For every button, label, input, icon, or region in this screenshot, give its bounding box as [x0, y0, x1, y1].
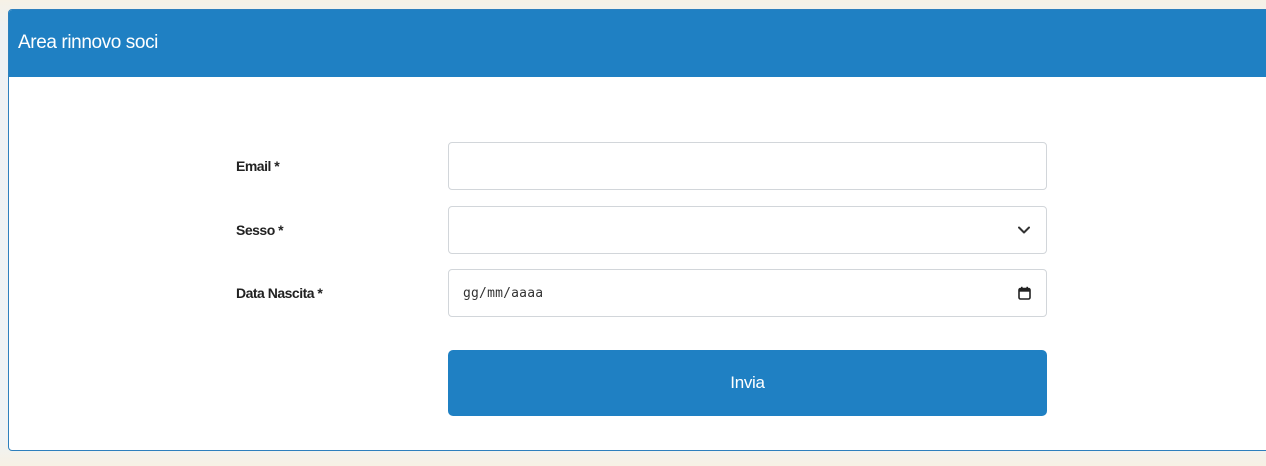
sesso-row: Sesso * — [9, 206, 1266, 254]
data-nascita-field[interactable]: gg/mm/aaaa — [448, 269, 1047, 317]
renewal-panel: Area rinnovo soci Email * Sesso * Data N… — [8, 9, 1266, 451]
chevron-down-icon — [1016, 222, 1032, 238]
date-placeholder: gg/mm/aaaa — [463, 285, 544, 301]
sesso-label: Sesso * — [236, 222, 284, 238]
email-field[interactable] — [448, 142, 1047, 190]
sesso-select[interactable] — [448, 206, 1047, 254]
email-label: Email * — [236, 158, 280, 174]
calendar-icon[interactable] — [1016, 285, 1032, 301]
invia-button[interactable]: Invia — [448, 350, 1047, 416]
data-nascita-label: Data Nascita * — [236, 285, 323, 301]
panel-title: Area rinnovo soci — [18, 31, 158, 53]
data-nascita-row: Data Nascita * gg/mm/aaaa — [9, 269, 1266, 317]
panel-header: Area rinnovo soci — [9, 10, 1266, 77]
email-row: Email * — [9, 142, 1266, 190]
